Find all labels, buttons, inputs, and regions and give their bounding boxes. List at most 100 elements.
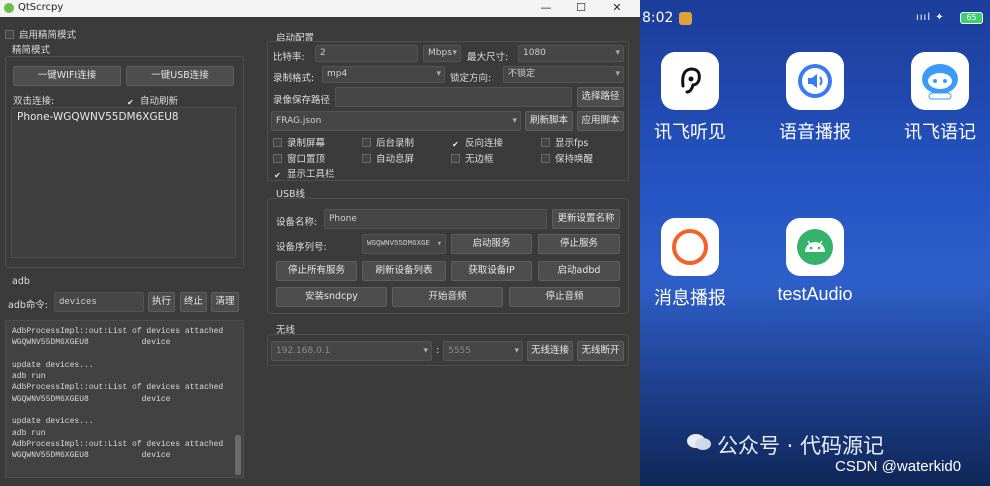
frameless-checkbox[interactable]: 无边框 bbox=[451, 151, 494, 165]
ear-icon bbox=[661, 52, 719, 110]
log-scrollbar-thumb[interactable] bbox=[235, 435, 241, 475]
background-record-checkbox[interactable]: 后台录制 bbox=[362, 135, 414, 149]
stop-service-button[interactable]: 停止服务 bbox=[538, 234, 620, 254]
enable-simple-mode-checkbox[interactable]: 启用精简模式 bbox=[5, 27, 76, 41]
device-name-label: 设备名称: bbox=[276, 217, 318, 228]
checkbox-icon bbox=[541, 154, 550, 163]
serial-label: 设备序列号: bbox=[276, 242, 327, 253]
keep-awake-checkbox[interactable]: 保持唤醒 bbox=[541, 151, 593, 165]
checkmark-icon: ✔ bbox=[452, 140, 459, 149]
app-label: 语音播报 bbox=[779, 122, 851, 143]
show-toolbar-checkbox[interactable]: ✔ 显示工具栏 bbox=[273, 166, 334, 180]
record-screen-checkbox[interactable]: 录制屏幕 bbox=[273, 135, 325, 149]
checkbox-icon bbox=[273, 154, 282, 163]
start-audio-button[interactable]: 开始音频 bbox=[392, 287, 503, 307]
window-on-top-checkbox[interactable]: 窗口置顶 bbox=[273, 151, 325, 165]
app-logo-icon bbox=[4, 3, 14, 13]
record-format-select[interactable]: mp4 bbox=[322, 66, 445, 83]
device-name-input[interactable]: Phone bbox=[324, 209, 547, 229]
bitrate-input[interactable]: 2 bbox=[315, 45, 418, 62]
minimize-button[interactable]: — bbox=[531, 0, 561, 17]
choose-path-button[interactable]: 选择路径 bbox=[577, 87, 624, 107]
usb-connect-button[interactable]: 一键USB连接 bbox=[126, 66, 234, 86]
refresh-devices-button[interactable]: 刷新设备列表 bbox=[362, 261, 446, 281]
record-path-input[interactable] bbox=[335, 87, 572, 107]
max-size-select[interactable]: 1080 bbox=[518, 45, 624, 62]
update-name-button[interactable]: 更新设置名称 bbox=[552, 209, 620, 229]
checkbox-icon bbox=[362, 154, 371, 163]
signal-wifi-icon: ıııl ✦ bbox=[916, 12, 945, 23]
show-fps-checkbox[interactable]: 显示fps bbox=[541, 135, 588, 149]
app-label: 讯飞听见 bbox=[654, 122, 726, 143]
stop-audio-button[interactable]: 停止音频 bbox=[509, 287, 620, 307]
wifi-connect-button[interactable]: 一键WIFI连接 bbox=[13, 66, 121, 86]
adb-group-title: adb bbox=[12, 276, 30, 287]
apply-script-button[interactable]: 应用脚本 bbox=[577, 111, 624, 131]
app-test-audio[interactable]: testAudio bbox=[755, 218, 875, 305]
app-label: testAudio bbox=[777, 284, 853, 304]
checkbox-icon bbox=[451, 154, 460, 163]
wireless-port-select[interactable]: 5555 bbox=[443, 341, 523, 361]
checkbox-icon bbox=[5, 30, 14, 39]
checkmark-icon: ✔ bbox=[127, 98, 134, 107]
adb-command-label: adb命令: bbox=[8, 300, 49, 311]
install-sndcpy-button[interactable]: 安装sndcpy bbox=[276, 287, 387, 307]
simple-mode-group-title: 精简模式 bbox=[12, 45, 51, 56]
app-message-broadcast[interactable]: 消息播报 bbox=[640, 218, 750, 310]
script-select[interactable]: FRAG.json bbox=[271, 111, 521, 131]
clear-button[interactable]: 清理 bbox=[211, 292, 239, 312]
max-size-label: 最大尺寸: bbox=[467, 52, 509, 63]
record-format-label: 录制格式: bbox=[273, 73, 315, 84]
device-list[interactable]: Phone-WGQWNV55DM6XGEU8 bbox=[11, 107, 236, 258]
execute-button[interactable]: 执行 bbox=[148, 292, 175, 312]
app-label: 消息播报 bbox=[654, 288, 726, 309]
checkmark-icon: ✔ bbox=[274, 171, 281, 180]
checkbox-icon bbox=[541, 138, 550, 147]
adb-command-input[interactable]: devices bbox=[54, 292, 144, 312]
wireless-connect-button[interactable]: 无线连接 bbox=[527, 341, 573, 361]
app-xunfei-yuji[interactable]: 讯飞语记 bbox=[880, 52, 990, 144]
wechat-icon bbox=[686, 432, 712, 452]
notification-icon bbox=[679, 12, 692, 25]
stop-all-services-button[interactable]: 停止所有服务 bbox=[276, 261, 357, 281]
app-label: 讯飞语记 bbox=[904, 122, 976, 143]
phone-screen: 8:02 ıııl ✦ 65 讯飞听见 语音播报 讯飞语记 消息播报 testA… bbox=[640, 0, 990, 486]
ip-port-separator: : bbox=[436, 345, 440, 356]
terminate-button[interactable]: 终止 bbox=[180, 292, 207, 312]
auto-refresh-checkbox[interactable]: ✔ 自动刷新 bbox=[126, 93, 178, 107]
title-bar: QtScrcpy — ☐ ✕ bbox=[0, 0, 640, 17]
serial-select[interactable]: WGQWNV55DM6XGE bbox=[362, 234, 446, 254]
ring-icon bbox=[661, 218, 719, 276]
lock-orientation-select[interactable]: 不锁定 bbox=[503, 66, 624, 83]
battery-icon: 65 bbox=[960, 12, 983, 24]
record-path-label: 录像保存路径 bbox=[273, 95, 331, 106]
qtscrcpy-window: QtScrcpy — ☐ ✕ 启用精简模式 精简模式 一键WIFI连接 一键US… bbox=[0, 0, 640, 486]
wireless-disconnect-button[interactable]: 无线断开 bbox=[577, 341, 624, 361]
maximize-button[interactable]: ☐ bbox=[566, 0, 596, 17]
lock-orientation-label: 锁定方向: bbox=[450, 73, 492, 84]
bitrate-unit-select[interactable]: Mbps bbox=[423, 45, 461, 62]
speaker-icon bbox=[786, 52, 844, 110]
close-button[interactable]: ✕ bbox=[602, 0, 632, 17]
watermark-text: 公众号 · 代码源记 bbox=[717, 434, 885, 458]
status-time: 8:02 bbox=[642, 10, 674, 26]
device-list-item[interactable]: Phone-WGQWNV55DM6XGEU8 bbox=[12, 108, 235, 123]
start-service-button[interactable]: 启动服务 bbox=[451, 234, 532, 254]
double-click-connect-label: 双击连接: bbox=[13, 96, 55, 107]
get-device-ip-button[interactable]: 获取设备IP bbox=[451, 261, 532, 281]
checkbox-icon bbox=[362, 138, 371, 147]
wireless-ip-select[interactable]: 192.168.0.1 bbox=[271, 341, 432, 361]
start-adbd-button[interactable]: 启动adbd bbox=[538, 261, 620, 281]
auto-screen-off-checkbox[interactable]: 自动息屏 bbox=[362, 151, 414, 165]
refresh-script-button[interactable]: 刷新脚本 bbox=[525, 111, 573, 131]
adb-log-text: AdbProcessImpl::out:List of devices atta… bbox=[12, 327, 224, 461]
app-voice-broadcast[interactable]: 语音播报 bbox=[755, 52, 875, 144]
window-title: QtScrcpy bbox=[18, 2, 64, 13]
app-xunfei-tingjian[interactable]: 讯飞听见 bbox=[640, 52, 750, 144]
robot-icon bbox=[911, 52, 969, 110]
csdn-credit: CSDN @waterkid0 bbox=[835, 458, 962, 475]
android-icon bbox=[786, 218, 844, 276]
reverse-connect-checkbox[interactable]: ✔ 反向连接 bbox=[451, 135, 503, 149]
adb-log-output[interactable]: AdbProcessImpl::out:List of devices atta… bbox=[5, 320, 244, 478]
bitrate-label: 比特率: bbox=[273, 52, 305, 63]
